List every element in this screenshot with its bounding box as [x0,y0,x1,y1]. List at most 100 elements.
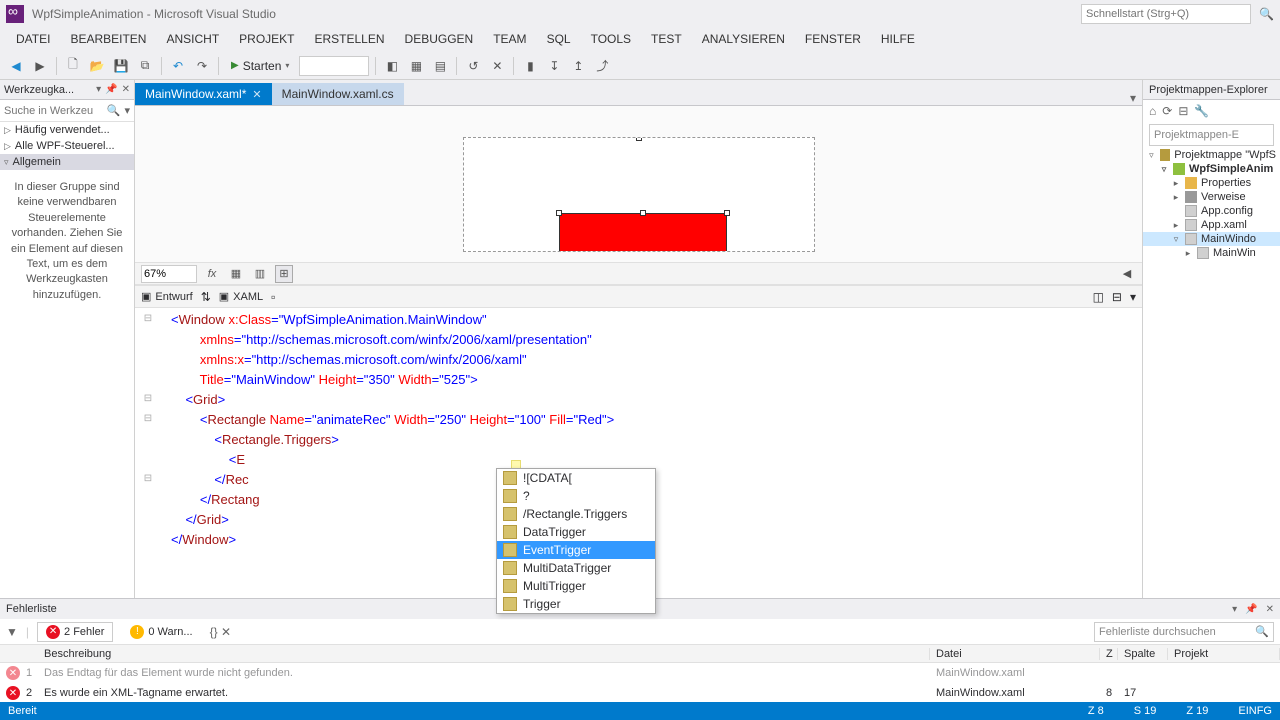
code-line[interactable]: Title="MainWindow" Height="350" Width="5… [171,372,1142,392]
toolbox-group[interactable]: ▷Alle WPF-Steuerel... [0,138,134,154]
xaml-code-editor[interactable]: ⊟⊟⊟⊟ <Window x:Class="WpfSimpleAnimation… [135,308,1142,620]
toolbar-icon-4[interactable]: ↺ [463,56,483,76]
fold-icon[interactable]: ⊟ [135,468,161,488]
designer-canvas[interactable]: 109,5 [135,106,1142,262]
menu-item-sql[interactable]: SQL [537,28,581,52]
menu-item-test[interactable]: TEST [641,28,692,52]
tree-item[interactable]: ▸MainWin [1143,246,1280,260]
errors-filter-button[interactable]: ✕2 Fehler [37,622,113,642]
warnings-filter-button[interactable]: !0 Warn... [121,622,201,642]
tree-item[interactable]: ▿MainWindo [1143,232,1280,246]
intellisense-item[interactable]: MultiDataTrigger [497,559,655,577]
fold-icon[interactable] [135,428,161,448]
tree-item[interactable]: App.config [1143,204,1280,218]
split-horiz-icon[interactable]: ⊟ [1112,290,1122,304]
intellisense-icons[interactable]: {} ✕ [210,625,231,639]
home-icon[interactable]: ⌂ [1149,104,1156,118]
tree-item[interactable]: ▸App.xaml [1143,218,1280,232]
menu-item-projekt[interactable]: PROJEKT [229,28,304,52]
menu-item-tools[interactable]: TOOLS [581,28,641,52]
code-line[interactable]: </Rectang [171,492,1142,512]
menu-item-bearbeiten[interactable]: BEARBEITEN [60,28,156,52]
menu-item-fenster[interactable]: FENSTER [795,28,871,52]
solution-tree[interactable]: ▿Projektmappe "WpfS▿WpfSimpleAnim▸Proper… [1143,148,1280,640]
menu-item-analysieren[interactable]: ANALYSIEREN [692,28,795,52]
toolbox-group-selected[interactable]: ▿Allgemein [0,154,134,170]
toolbox-group[interactable]: ▷Häufig verwendet... [0,122,134,138]
toolbox-search[interactable]: 🔍▾ [0,100,134,122]
snap-icon[interactable]: ▥ [251,265,269,283]
code-line[interactable]: </Rec [171,472,1142,492]
menu-item-debuggen[interactable]: DEBUGGEN [395,28,484,52]
col-column[interactable]: Spalte [1118,648,1168,660]
close-icon[interactable]: ✕ [122,84,130,95]
folding-gutter[interactable]: ⊟⊟⊟⊟ [135,308,161,620]
xaml-tab[interactable]: ▣XAML [219,290,263,303]
col-project[interactable]: Projekt [1168,648,1280,660]
menu-item-datei[interactable]: DATEI [6,28,60,52]
fold-icon[interactable] [135,348,161,368]
design-tab[interactable]: ▣Entwurf [141,290,193,303]
scroll-left-icon[interactable]: ◀ [1118,265,1136,283]
col-line[interactable]: Z [1100,648,1118,660]
redo-icon[interactable]: ↷ [192,56,212,76]
refresh-icon[interactable]: ⟳ [1162,104,1172,118]
popup-icon[interactable]: ▫ [271,290,275,304]
tree-item[interactable]: ▸Properties [1143,176,1280,190]
designer-zoom[interactable] [141,265,197,283]
intellisense-item[interactable]: MultiTrigger [497,577,655,595]
configuration-dropdown[interactable] [299,56,369,76]
tree-item[interactable]: ▸Verweise [1143,190,1280,204]
snaplines-icon[interactable]: ⊞ [275,265,293,283]
fold-icon[interactable]: ⊟ [135,388,161,408]
toolbar-icon-6[interactable]: ▮ [520,56,540,76]
forward-icon[interactable]: ▶ [30,56,50,76]
code-line[interactable]: </Window> [171,532,1142,552]
document-tab[interactable]: MainWindow.xaml*✕ [135,83,272,105]
collapse-icon[interactable]: ▾ [1130,290,1136,304]
error-row[interactable]: ✕ 1 Das Endtag für das Element wurde nic… [0,663,1280,683]
code-line[interactable]: xmlns="http://schemas.microsoft.com/winf… [171,332,1142,352]
search-icon[interactable]: 🔍 [107,104,121,117]
back-icon[interactable]: ◀ [6,56,26,76]
toolbar-icon-5[interactable]: ✕ [487,56,507,76]
filter-icon[interactable]: ▼ [6,625,18,639]
properties-icon[interactable]: 🔧 [1194,104,1209,118]
clear-icon[interactable]: ▾ [124,104,130,117]
errorlist-search[interactable]: Fehlerliste durchsuchen🔍 [1094,622,1274,642]
solution-search[interactable]: Projektmappen-E [1149,124,1274,146]
code-line[interactable]: <Grid> [171,392,1142,412]
fold-icon[interactable] [135,508,161,528]
collapse-icon[interactable]: ⊟ [1178,104,1188,118]
toolbar-icon-8[interactable]: ↥ [568,56,588,76]
tree-item[interactable]: ▿Projektmappe "WpfS [1143,148,1280,162]
intellisense-item[interactable]: EventTrigger [497,541,655,559]
intellisense-popup[interactable]: ![CDATA[?/Rectangle.TriggersDataTriggerE… [496,468,656,614]
intellisense-item[interactable]: DataTrigger [497,523,655,541]
split-vert-icon[interactable]: ◫ [1093,290,1104,304]
grid-icon[interactable]: ▦ [227,265,245,283]
menu-item-hilfe[interactable]: HILFE [871,28,925,52]
menu-item-ansicht[interactable]: ANSICHT [156,28,229,52]
new-project-icon[interactable]: 🗋 [63,56,83,76]
code-line[interactable]: <Rectangle.Triggers> [171,432,1142,452]
fold-icon[interactable] [135,488,161,508]
design-rectangle[interactable] [559,213,727,252]
code-line[interactable]: <Rectangle Name="animateRec" Width="250"… [171,412,1142,432]
fold-icon[interactable]: ⊟ [135,408,161,428]
fold-icon[interactable] [135,328,161,348]
code-line[interactable]: xmlns:x="http://schemas.microsoft.com/wi… [171,352,1142,372]
save-all-icon[interactable]: ⧉ [135,56,155,76]
toolbar-icon-1[interactable]: ◧ [382,56,402,76]
pin-icon[interactable]: 📌 [105,84,117,95]
fx-icon[interactable]: fx [203,265,221,283]
open-file-icon[interactable]: 📂 [87,56,107,76]
col-file[interactable]: Datei [930,648,1100,660]
toolbox-search-input[interactable] [4,105,94,117]
fold-icon[interactable]: ⊟ [135,308,161,328]
search-icon[interactable]: 🔍 [1259,7,1274,21]
menu-item-erstellen[interactable]: ERSTELLEN [305,28,395,52]
dropdown-icon[interactable]: ▾ [1232,604,1237,615]
intellisense-item[interactable]: Trigger [497,595,655,613]
pin-icon[interactable]: 📌 [1245,604,1257,615]
